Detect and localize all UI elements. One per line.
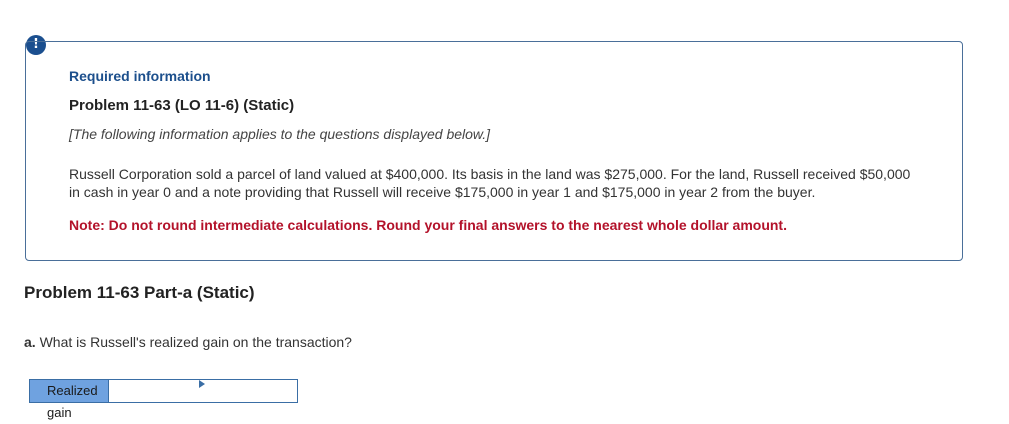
input-marker-icon	[199, 380, 205, 388]
rounding-note: Note: Do not round intermediate calculat…	[69, 217, 787, 233]
required-information-panel: Required information Problem 11-63 (LO 1…	[25, 41, 963, 261]
realized-gain-label: Realized gain	[30, 380, 109, 420]
question-a: a. What is Russell's realized gain on th…	[24, 334, 352, 350]
question-text: What is Russell's realized gain on the t…	[39, 334, 352, 350]
question-letter: a.	[24, 334, 36, 350]
part-title: Problem 11-63 Part-a (Static)	[24, 283, 255, 302]
applies-note: [The following information applies to th…	[69, 126, 491, 142]
realized-gain-row: Realized gain	[29, 379, 298, 420]
problem-description: Russell Corporation sold a parcel of lan…	[69, 166, 911, 200]
problem-title: Problem 11-63 (LO 11-6) (Static)	[69, 97, 295, 114]
required-information-heading: Required information	[69, 68, 211, 84]
